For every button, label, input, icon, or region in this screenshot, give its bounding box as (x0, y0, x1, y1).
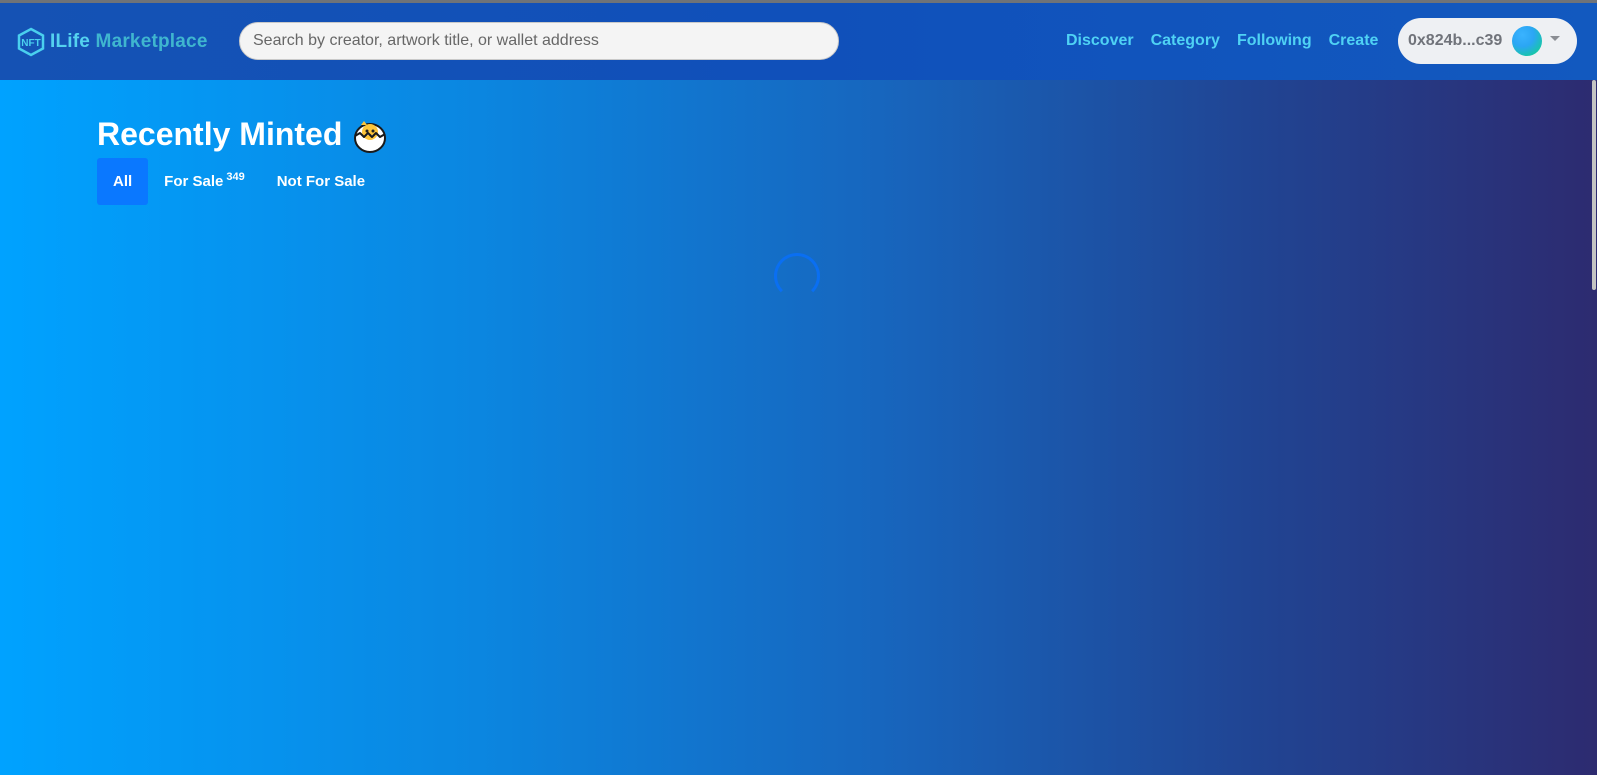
brand-name-second: Marketplace (95, 31, 208, 52)
wallet-dropdown-button[interactable]: 0x824b...c39 (1398, 18, 1577, 64)
page-scrollbar[interactable] (1592, 80, 1597, 775)
nav-link-discover[interactable]: Discover (1066, 32, 1134, 50)
tab-for-sale-label: For Sale (164, 173, 224, 190)
top-navbar: NFT ILife Marketplace Discover Category … (0, 3, 1597, 80)
nft-hexagon-icon: NFT (17, 27, 45, 57)
scrollbar-thumb[interactable] (1592, 80, 1596, 290)
nav-link-following[interactable]: Following (1237, 32, 1312, 50)
tab-for-sale[interactable]: For Sale 349 (148, 158, 261, 205)
tab-not-for-sale-label: Not For Sale (276, 173, 366, 190)
page-title-text: Recently Minted (97, 116, 343, 152)
svg-text:NFT: NFT (21, 38, 40, 49)
tab-all-label: All (113, 173, 133, 190)
nav-link-create[interactable]: Create (1329, 32, 1379, 50)
main-content: Recently Minted All For Sale 349 Not For… (97, 116, 388, 205)
avatar (1512, 26, 1543, 56)
tab-all[interactable]: All (97, 158, 149, 205)
chevron-down-icon (1550, 35, 1561, 41)
tab-for-sale-count: 349 (226, 170, 245, 183)
hatching-chick-icon (354, 120, 387, 153)
nav-links: Discover Category Following Create (1066, 32, 1395, 50)
page-title: Recently Minted (97, 116, 388, 153)
wallet-address: 0x824b...c39 (1408, 32, 1503, 49)
brand-name-first: ILife (50, 31, 91, 52)
search-input[interactable] (239, 22, 839, 60)
filter-tabs: All For Sale 349 Not For Sale (97, 158, 381, 205)
loading-spinner-icon (774, 253, 820, 299)
brand-name: ILife Marketplace (50, 31, 208, 53)
brand[interactable]: NFT ILife Marketplace (16, 27, 208, 57)
nav-link-category[interactable]: Category (1151, 32, 1220, 50)
tab-not-for-sale[interactable]: Not For Sale (261, 158, 381, 205)
